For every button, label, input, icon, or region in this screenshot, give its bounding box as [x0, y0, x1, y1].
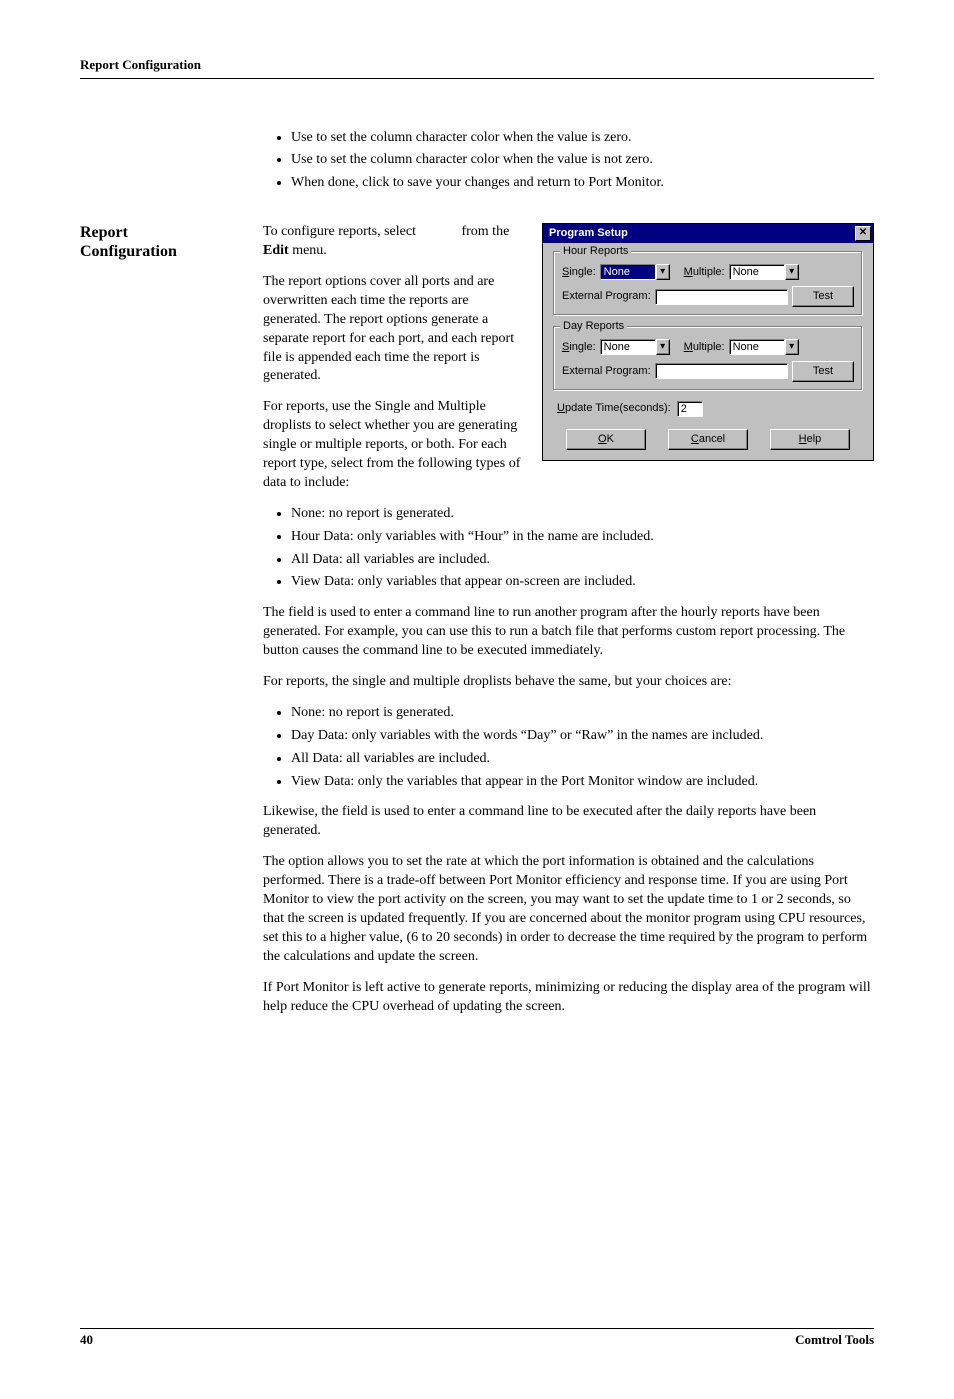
external-program-label: External Program: — [562, 364, 651, 379]
ok-button[interactable]: OK — [566, 429, 646, 450]
page-footer: 40 Comtrol Tools — [80, 1328, 874, 1349]
help-button[interactable]: Help — [770, 429, 850, 450]
single-label: Single: — [562, 340, 596, 355]
program-setup-dialog: Program Setup ✕ Hour Reports Single: Non… — [542, 223, 874, 461]
list-item: Day Data: only variables with the words … — [291, 727, 874, 746]
list-item: None: no report is generated. — [291, 704, 874, 723]
list-item: All Data: all variables are included. — [291, 551, 874, 570]
multiple-label: Multiple: — [684, 340, 725, 355]
cancel-button[interactable]: Cancel — [668, 429, 748, 450]
list-item: All Data: all variables are included. — [291, 750, 874, 769]
update-time-input[interactable]: 2 — [677, 401, 703, 417]
combo-value: None — [600, 339, 656, 355]
chevron-down-icon[interactable]: ▾ — [785, 339, 799, 355]
body-text: For reports, the single and multiple dro… — [263, 673, 874, 692]
chevron-down-icon[interactable]: ▾ — [785, 264, 799, 280]
day-reports-group: Day Reports Single: None ▾ Multiple: — [553, 326, 863, 391]
combo-value: None — [729, 339, 785, 355]
list-item: View Data: only variables that appear on… — [291, 573, 874, 592]
list-item: When done, click to save your changes an… — [291, 174, 874, 193]
external-program-label: External Program: — [562, 289, 651, 304]
chevron-down-icon[interactable]: ▾ — [656, 264, 670, 280]
chevron-down-icon[interactable]: ▾ — [656, 339, 670, 355]
running-header: Report Configuration — [80, 56, 874, 79]
page-number: 40 — [80, 1331, 93, 1349]
close-icon[interactable]: ✕ — [855, 226, 871, 241]
day-multiple-combo[interactable]: None ▾ — [729, 339, 799, 355]
footer-title: Comtrol Tools — [795, 1331, 874, 1349]
test-button[interactable]: Test — [792, 286, 854, 307]
multiple-label: Multiple: — [684, 265, 725, 280]
hour-reports-group: Hour Reports Single: None ▾ Multiple: — [553, 251, 863, 316]
combo-value: None — [729, 264, 785, 280]
hour-options-list: None: no report is generated. Hour Data:… — [263, 505, 874, 593]
single-label: Single: — [562, 265, 596, 280]
dialog-titlebar[interactable]: Program Setup ✕ — [543, 224, 873, 243]
day-single-combo[interactable]: None ▾ — [600, 339, 670, 355]
list-item: None: no report is generated. — [291, 505, 874, 524]
dialog-title: Program Setup — [549, 226, 628, 241]
body-text: The option allows you to set the rate at… — [263, 853, 874, 966]
test-button[interactable]: Test — [792, 361, 854, 382]
body-text: If Port Monitor is left active to genera… — [263, 979, 874, 1017]
hour-multiple-combo[interactable]: None ▾ — [729, 264, 799, 280]
group-legend: Day Reports — [560, 319, 627, 334]
hour-external-program-input[interactable] — [655, 289, 788, 305]
update-time-label: Update Time(seconds): — [557, 401, 671, 416]
combo-value: None — [600, 264, 656, 280]
group-legend: Hour Reports — [560, 244, 631, 259]
hour-single-combo[interactable]: None ▾ — [600, 264, 670, 280]
body-text: Likewise, the field is used to enter a c… — [263, 803, 874, 841]
section-heading: Report Configuration — [80, 223, 235, 261]
list-item: View Data: only the variables that appea… — [291, 773, 874, 792]
day-external-program-input[interactable] — [655, 363, 788, 379]
body-text: The field is used to enter a command lin… — [263, 604, 874, 661]
list-item: Hour Data: only variables with “Hour” in… — [291, 528, 874, 547]
list-item: Use to set the column character color wh… — [291, 129, 874, 148]
intro-bullet-list: Use to set the column character color wh… — [263, 129, 874, 194]
list-item: Use to set the column character color wh… — [291, 151, 874, 170]
day-options-list: None: no report is generated. Day Data: … — [263, 704, 874, 792]
